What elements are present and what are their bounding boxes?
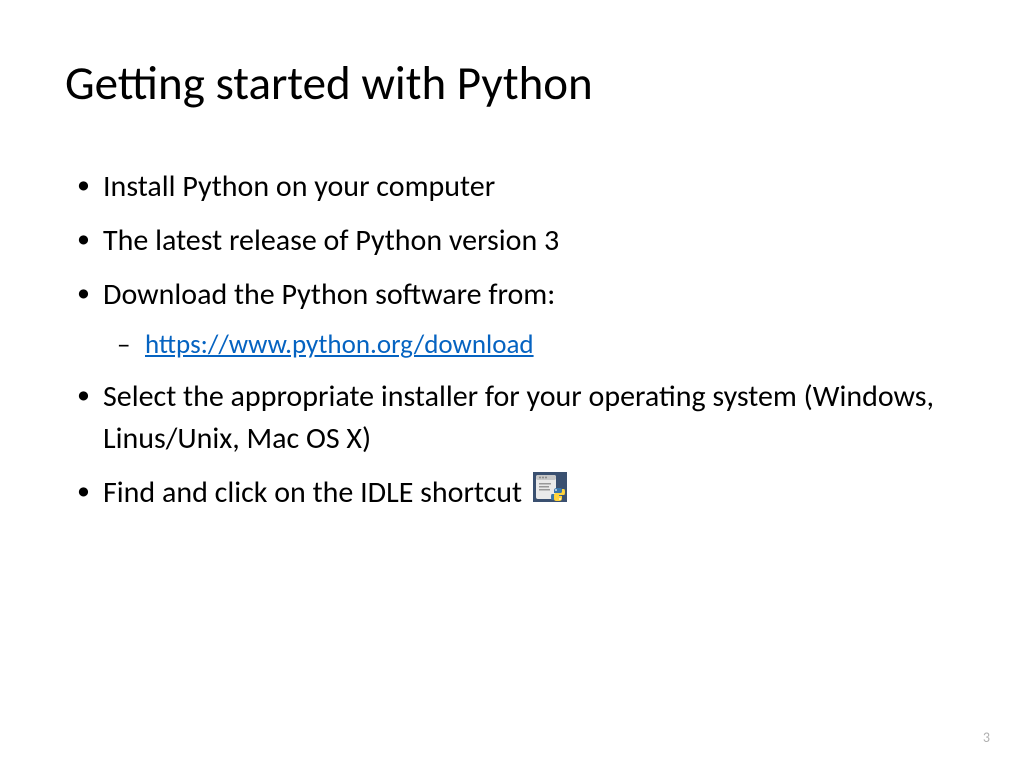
page-number: 3 — [983, 729, 990, 746]
bullet-item: Install Python on your computer — [103, 166, 959, 208]
slide-title: Getting started with Python — [65, 55, 959, 111]
slide-content: Install Python on your computer The late… — [65, 166, 959, 516]
sub-bullet-list: https://www.python.org/download — [103, 326, 959, 364]
bullet-text: Install Python on your computer — [103, 168, 495, 205]
bullet-item: Select the appropriate installer for you… — [103, 376, 959, 460]
bullet-text: Download the Python software from: — [103, 276, 555, 313]
bullet-item: Find and click on the IDLE shortcut — [103, 472, 959, 516]
bullet-text: Find and click on the IDLE shortcut — [103, 474, 522, 511]
idle-shortcut-icon — [533, 472, 567, 514]
bullet-list: Install Python on your computer The late… — [65, 166, 959, 516]
bullet-item: The latest release of Python version 3 — [103, 220, 959, 262]
sub-bullet-item: https://www.python.org/download — [145, 326, 959, 364]
slide: Getting started with Python Install Pyth… — [0, 0, 1024, 768]
bullet-text: The latest release of Python version 3 — [103, 222, 559, 259]
bullet-item: Download the Python software from: https… — [103, 274, 959, 364]
download-link[interactable]: https://www.python.org/download — [145, 328, 534, 361]
bullet-text: Select the appropriate installer for you… — [103, 378, 934, 457]
